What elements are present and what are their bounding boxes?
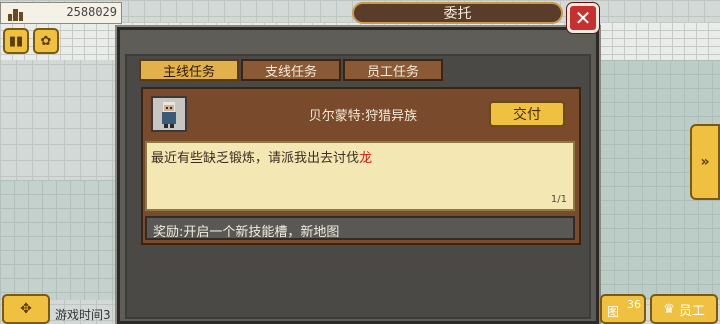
submit-button[interactable]: 交付 bbox=[489, 101, 565, 127]
map-badge: 36 bbox=[627, 298, 641, 311]
close-button[interactable]: ✕ bbox=[567, 3, 599, 33]
reward-box: 奖励:开启一个新技能槽，新地图 bbox=[145, 216, 575, 240]
quest-header: 贝尔蒙特:狩猎异族 交付 bbox=[143, 89, 579, 137]
close-icon: ✕ bbox=[574, 6, 592, 30]
double-chevron-right-icon: » bbox=[700, 154, 710, 170]
dialog-title: 委托 bbox=[352, 2, 563, 24]
expand-panel-button[interactable]: » bbox=[690, 124, 720, 200]
quest-card: 贝尔蒙特:狩猎异族 交付 最近有些缺乏锻炼，请派我出去讨伐龙 1/1 奖励:开启… bbox=[141, 87, 581, 245]
tab-staff-quest[interactable]: 员工任务 bbox=[343, 59, 443, 81]
crown-icon: ♛ bbox=[663, 301, 675, 317]
quest-description-box: 最近有些缺乏锻炼，请派我出去讨伐龙 1/1 bbox=[145, 141, 575, 211]
quest-target-highlight: 龙 bbox=[359, 151, 373, 166]
floor-tiles-left bbox=[0, 180, 120, 300]
speed-icon: ✿ bbox=[40, 33, 52, 49]
quest-title: 贝尔蒙特:狩猎异族 bbox=[308, 109, 418, 124]
gold-value: 2588029 bbox=[66, 5, 117, 19]
quest-tabs: 主线任务 支线任务 员工任务 bbox=[139, 59, 443, 81]
pause-button[interactable]: ▮▮ bbox=[3, 28, 29, 54]
tab-side-quest[interactable]: 支线任务 bbox=[241, 59, 341, 81]
character-portrait-icon bbox=[162, 102, 176, 128]
building-icon bbox=[8, 9, 23, 21]
avatar bbox=[151, 96, 187, 132]
dialog-content: 主线任务 支线任务 员工任务 贝尔蒙特:狩猎异族 交付 最近有些缺乏锻炼，请派我… bbox=[125, 54, 591, 319]
staff-button[interactable]: ♛ 员工 bbox=[650, 294, 718, 324]
dpad-icon: ✥ bbox=[20, 301, 32, 317]
commission-dialog: 主线任务 支线任务 员工任务 贝尔蒙特:狩猎异族 交付 最近有些缺乏锻炼，请派我… bbox=[115, 25, 601, 324]
map-label: 图 bbox=[607, 305, 620, 319]
move-button[interactable]: ✥ bbox=[2, 294, 50, 324]
game-time: 游戏时间3 bbox=[55, 308, 111, 322]
pause-icon: ▮▮ bbox=[8, 33, 24, 49]
reward-text: 奖励:开启一个新技能槽，新地图 bbox=[153, 225, 340, 240]
quest-description: 最近有些缺乏锻炼，请派我出去讨伐龙 bbox=[151, 151, 373, 166]
page-indicator: 1/1 bbox=[550, 194, 567, 205]
tab-main-quest[interactable]: 主线任务 bbox=[139, 59, 239, 81]
gold-counter: 2588029 bbox=[0, 2, 122, 24]
speed-button[interactable]: ✿ bbox=[33, 28, 59, 54]
map-button[interactable]: 图 36 bbox=[600, 294, 646, 324]
staff-label: 员工 bbox=[678, 303, 705, 319]
